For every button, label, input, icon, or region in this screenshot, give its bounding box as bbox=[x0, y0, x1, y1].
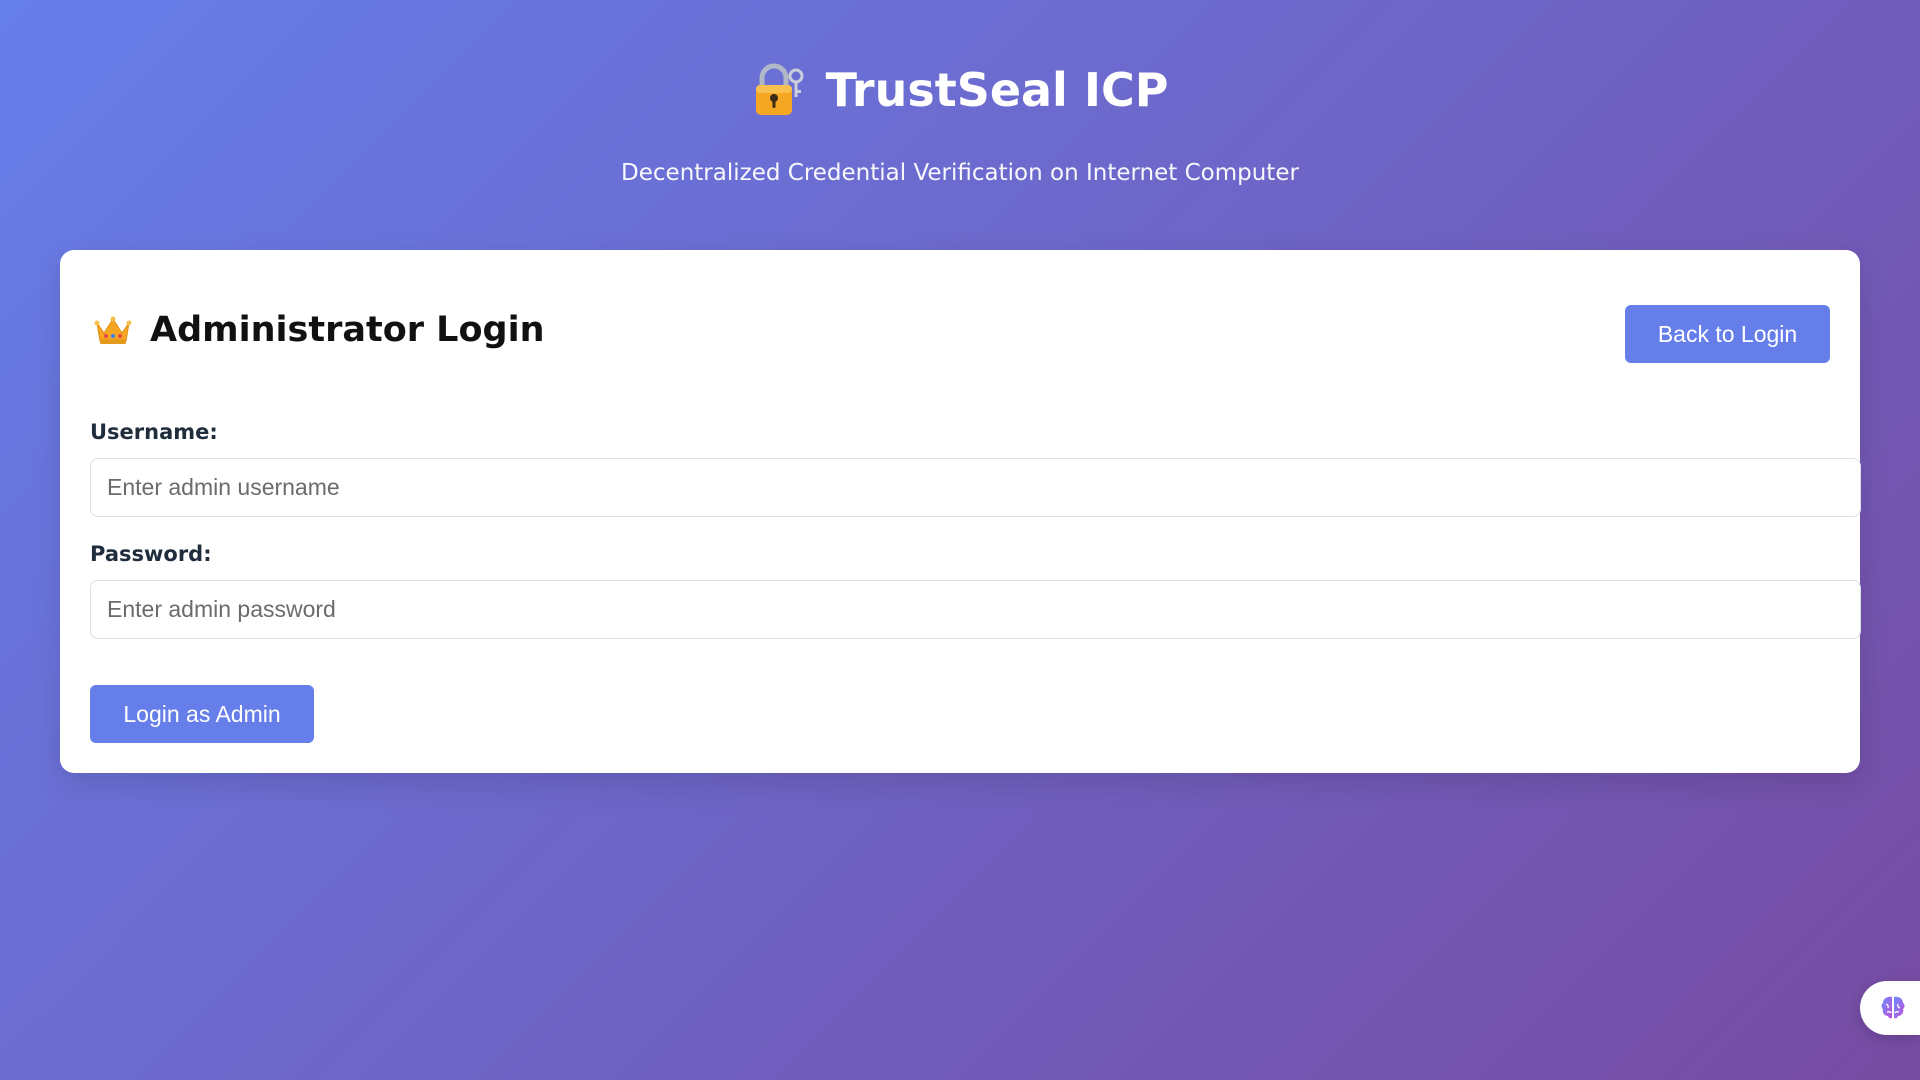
card-title: Administrator Login bbox=[150, 310, 545, 350]
admin-login-card: Administrator Login Back to Login Userna… bbox=[60, 250, 1861, 773]
lock-with-key-icon bbox=[752, 62, 804, 118]
assistant-widget-button[interactable] bbox=[1860, 981, 1920, 1035]
app-title-row: TrustSeal ICP bbox=[0, 62, 1920, 118]
back-to-login-button[interactable]: Back to Login bbox=[1625, 305, 1830, 363]
password-input[interactable] bbox=[90, 580, 1861, 639]
crown-icon bbox=[94, 313, 132, 347]
app-title: TrustSeal ICP bbox=[825, 63, 1169, 117]
login-as-admin-button[interactable]: Login as Admin bbox=[90, 685, 314, 743]
brain-icon bbox=[1878, 993, 1908, 1023]
card-header: Administrator Login bbox=[94, 310, 545, 350]
password-label: Password: bbox=[90, 542, 212, 566]
username-label: Username: bbox=[90, 420, 218, 444]
username-input[interactable] bbox=[90, 458, 1861, 517]
app-subtitle: Decentralized Credential Verification on… bbox=[621, 160, 1299, 186]
